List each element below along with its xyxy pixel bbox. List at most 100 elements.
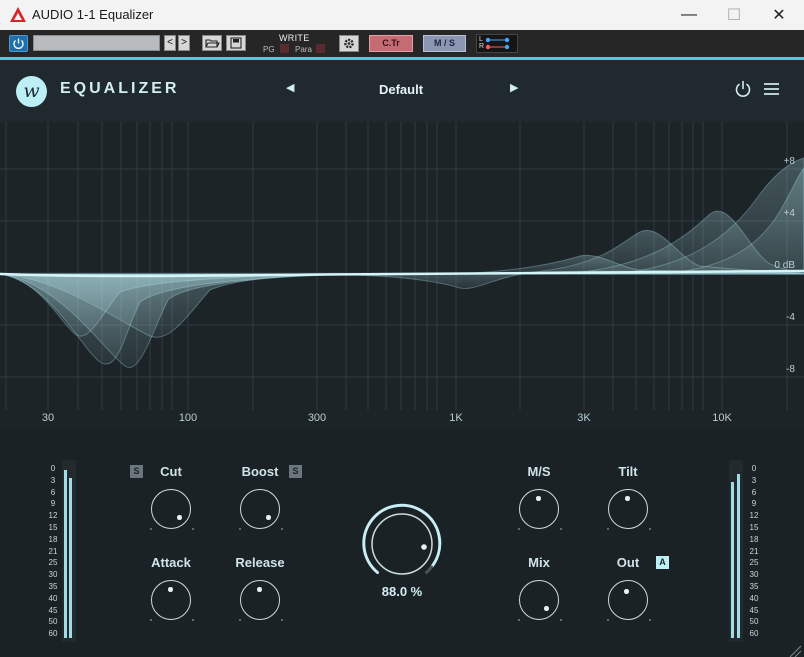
output-meter-scale-tick: 35 bbox=[749, 582, 759, 591]
freq-label-30: 30 bbox=[42, 412, 54, 424]
attack-knob-indicator bbox=[168, 587, 173, 592]
para-write-toggle[interactable] bbox=[316, 44, 325, 53]
output-meter-scale-tick: 45 bbox=[749, 605, 759, 615]
plugin-bypass-button[interactable] bbox=[9, 35, 28, 52]
boost-knob[interactable] bbox=[239, 489, 283, 530]
output-meter-scale-tick: 12 bbox=[749, 511, 759, 521]
preset-previous-button[interactable]: ◀ bbox=[286, 81, 294, 94]
boost-knob-indicator bbox=[266, 515, 271, 520]
knob-range-tick bbox=[150, 619, 152, 621]
main-amount-knob[interactable] bbox=[357, 499, 447, 589]
mid-side-button[interactable]: M / S bbox=[423, 35, 466, 52]
output-meter-scale-tick: 6 bbox=[751, 487, 757, 497]
save-icon bbox=[230, 37, 242, 49]
cut-knob-indicator bbox=[177, 515, 182, 520]
next-preset-button[interactable]: > bbox=[178, 35, 190, 51]
release-knob[interactable] bbox=[239, 580, 283, 621]
output-meter-scale-tick: 3 bbox=[751, 475, 757, 485]
ms-knob[interactable] bbox=[518, 489, 562, 530]
channel-routing-display[interactable]: L R bbox=[476, 34, 518, 53]
input-meter-scale-tick: 6 bbox=[50, 487, 56, 497]
plugin-name: EQUALIZER bbox=[60, 80, 180, 97]
input-meter-scale-tick: 40 bbox=[48, 593, 58, 603]
input-meter-scale-tick: 9 bbox=[50, 499, 56, 509]
plugin-header: w EQUALIZER ◀ Default ▶ bbox=[0, 60, 804, 122]
knob-range-tick bbox=[649, 619, 651, 621]
para-label: Para bbox=[295, 45, 312, 54]
preset-next-button[interactable]: ▶ bbox=[510, 81, 518, 94]
app-logo-icon bbox=[10, 7, 26, 22]
cut-knob[interactable] bbox=[150, 489, 194, 530]
write-label: WRITE bbox=[279, 33, 310, 43]
folder-icon bbox=[205, 39, 220, 48]
knob-range-tick bbox=[192, 528, 194, 530]
controls-panel: 0 3 6 9 12 15 18 21 25 30 35 40 45 50 60 0 3 6 9 12 15 18 21 2… bbox=[0, 430, 804, 657]
minimize-button[interactable]: — bbox=[666, 0, 712, 30]
knob-range-tick bbox=[518, 619, 520, 621]
input-meter-scale-tick: 15 bbox=[48, 523, 58, 532]
output-meter-scale-tick: 60 bbox=[749, 629, 759, 639]
freq-label-3k: 3K bbox=[577, 412, 591, 424]
preset-field[interactable] bbox=[33, 35, 160, 51]
input-meter-scale-tick: 30 bbox=[48, 570, 58, 580]
knob-range-tick bbox=[518, 528, 520, 530]
tilt-knob[interactable] bbox=[607, 489, 651, 530]
output-meter-scale-tick: 25 bbox=[749, 558, 759, 568]
power-icon bbox=[13, 38, 24, 49]
resize-grip-icon[interactable] bbox=[788, 644, 802, 657]
input-meter-scale-tick: 60 bbox=[48, 629, 58, 639]
mix-knob-indicator bbox=[544, 606, 549, 611]
menu-icon[interactable] bbox=[763, 82, 780, 96]
open-preset-button[interactable] bbox=[202, 35, 222, 51]
tilt-label: Tilt bbox=[618, 464, 638, 479]
tilt-knob-indicator bbox=[625, 496, 630, 501]
save-preset-button[interactable] bbox=[226, 35, 246, 51]
input-meter-scale-tick: 18 bbox=[48, 534, 58, 544]
pg-label: PG bbox=[263, 45, 275, 54]
mix-knob[interactable] bbox=[518, 580, 562, 621]
previous-preset-button[interactable]: < bbox=[164, 35, 176, 51]
eq-curve-display: +8 +4 0 dB -4 -8 30 100 300 1K 3K 10K bbox=[0, 122, 804, 424]
maximize-button[interactable]: ☐ bbox=[711, 0, 757, 30]
out-knob-indicator bbox=[624, 589, 629, 594]
release-knob-indicator bbox=[257, 587, 262, 592]
main-amount-value: 88.0 % bbox=[381, 584, 423, 599]
knob-range-tick bbox=[281, 619, 283, 621]
freq-label-100: 100 bbox=[179, 412, 197, 424]
ms-knob-indicator bbox=[536, 496, 541, 501]
cut-label: Cut bbox=[160, 464, 182, 479]
boost-solo-button[interactable]: S bbox=[289, 465, 302, 478]
plugin-power-icon[interactable] bbox=[734, 80, 752, 98]
knob-range-tick bbox=[192, 619, 194, 621]
output-meter-scale-tick: 18 bbox=[749, 534, 759, 544]
output-meter-scale-tick: 50 bbox=[749, 617, 759, 627]
output-meter-scale-tick: 21 bbox=[749, 546, 759, 556]
channel-tr-button[interactable]: C.Tr bbox=[369, 35, 413, 52]
preset-name[interactable]: Default bbox=[340, 82, 462, 97]
input-meter-scale-tick: 35 bbox=[48, 582, 58, 591]
routing-icon bbox=[485, 37, 510, 50]
equalizer-plugin: w EQUALIZER ◀ Default ▶ +8 +4 0 dB -4 -8… bbox=[0, 57, 804, 657]
out-knob[interactable] bbox=[607, 580, 651, 621]
attack-knob[interactable] bbox=[150, 580, 194, 621]
output-meter-scale-tick: 40 bbox=[749, 593, 759, 603]
input-meter-scale-tick: 3 bbox=[50, 475, 56, 485]
knob-range-tick bbox=[607, 528, 609, 530]
output-meter-scale-tick: 15 bbox=[749, 523, 759, 532]
window-title: AUDIO 1-1 Equalizer bbox=[32, 7, 154, 22]
db-label-minus4: -4 bbox=[786, 312, 795, 323]
input-meter-scale-tick: 12 bbox=[48, 511, 58, 521]
release-label: Release bbox=[235, 555, 285, 570]
pg-write-toggle[interactable] bbox=[280, 44, 289, 53]
close-button[interactable]: ✕ bbox=[756, 0, 802, 30]
out-auto-button[interactable]: A bbox=[656, 556, 669, 569]
host-toolbar: < > WRITE PG Para C.Tr M / S L R bbox=[0, 30, 804, 57]
db-label-plus4: +4 bbox=[784, 208, 796, 219]
knob-range-tick bbox=[560, 528, 562, 530]
eq-graph[interactable]: +8 +4 0 dB -4 -8 30 100 300 1K 3K 10K bbox=[0, 122, 804, 430]
boost-label: Boost bbox=[241, 464, 279, 479]
db-label-minus8: -8 bbox=[786, 364, 795, 375]
gear-icon bbox=[344, 38, 354, 49]
knob-range-tick bbox=[649, 528, 651, 530]
settings-button[interactable] bbox=[339, 35, 359, 52]
